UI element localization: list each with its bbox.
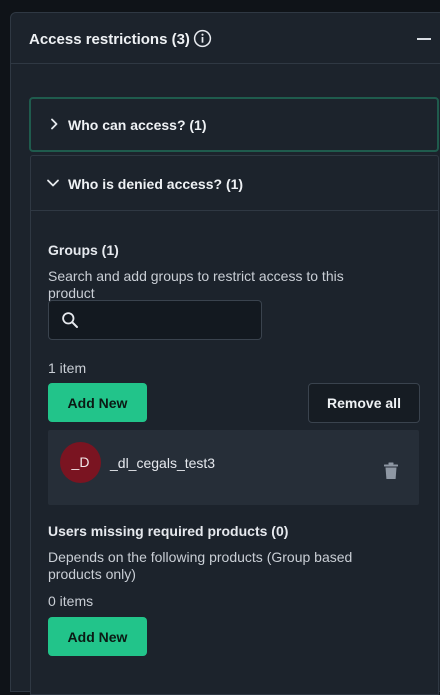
groups-add-new-button[interactable]: Add New: [48, 383, 147, 422]
who-can-access-panel[interactable]: Who can access? (1): [29, 97, 439, 152]
group-search-input[interactable]: [87, 301, 257, 339]
search-icon: [62, 312, 78, 328]
info-icon[interactable]: [193, 29, 212, 48]
users-add-new-button[interactable]: Add New: [48, 617, 147, 656]
who-is-denied-title: Who is denied access? (1): [68, 176, 244, 192]
who-can-access-title: Who can access? (1): [68, 117, 207, 133]
access-restrictions-header[interactable]: Access restrictions (3): [11, 13, 440, 64]
users-missing-title: Users missing required products (0): [48, 523, 289, 539]
groups-count: 1 item: [48, 360, 87, 376]
access-restrictions-title: Access restrictions (3): [29, 31, 190, 48]
access-restrictions-panel: Access restrictions (3) Who can access? …: [10, 12, 440, 695]
chevron-down-icon: [47, 179, 59, 187]
group-avatar: _D: [60, 442, 101, 483]
collapse-minus-icon[interactable]: [417, 38, 431, 40]
users-missing-count: 0 items: [48, 593, 94, 609]
remove-all-button[interactable]: Remove all: [308, 383, 420, 423]
groups-title: Groups (1): [48, 242, 119, 258]
users-missing-description: Depends on the following products (Group…: [48, 549, 353, 582]
who-is-denied-panel: Who is denied access? (1) Groups (1) Sea…: [30, 155, 439, 695]
who-is-denied-header[interactable]: Who is denied access? (1): [31, 156, 438, 211]
groups-description: Search and add groups to restrict access…: [48, 268, 344, 301]
group-name: _dl_cegals_test3: [110, 455, 216, 471]
group-list-item: _D _dl_cegals_test3: [48, 430, 419, 505]
chevron-right-icon: [51, 118, 58, 130]
group-search-box[interactable]: [48, 300, 262, 340]
trash-icon[interactable]: [383, 462, 399, 480]
